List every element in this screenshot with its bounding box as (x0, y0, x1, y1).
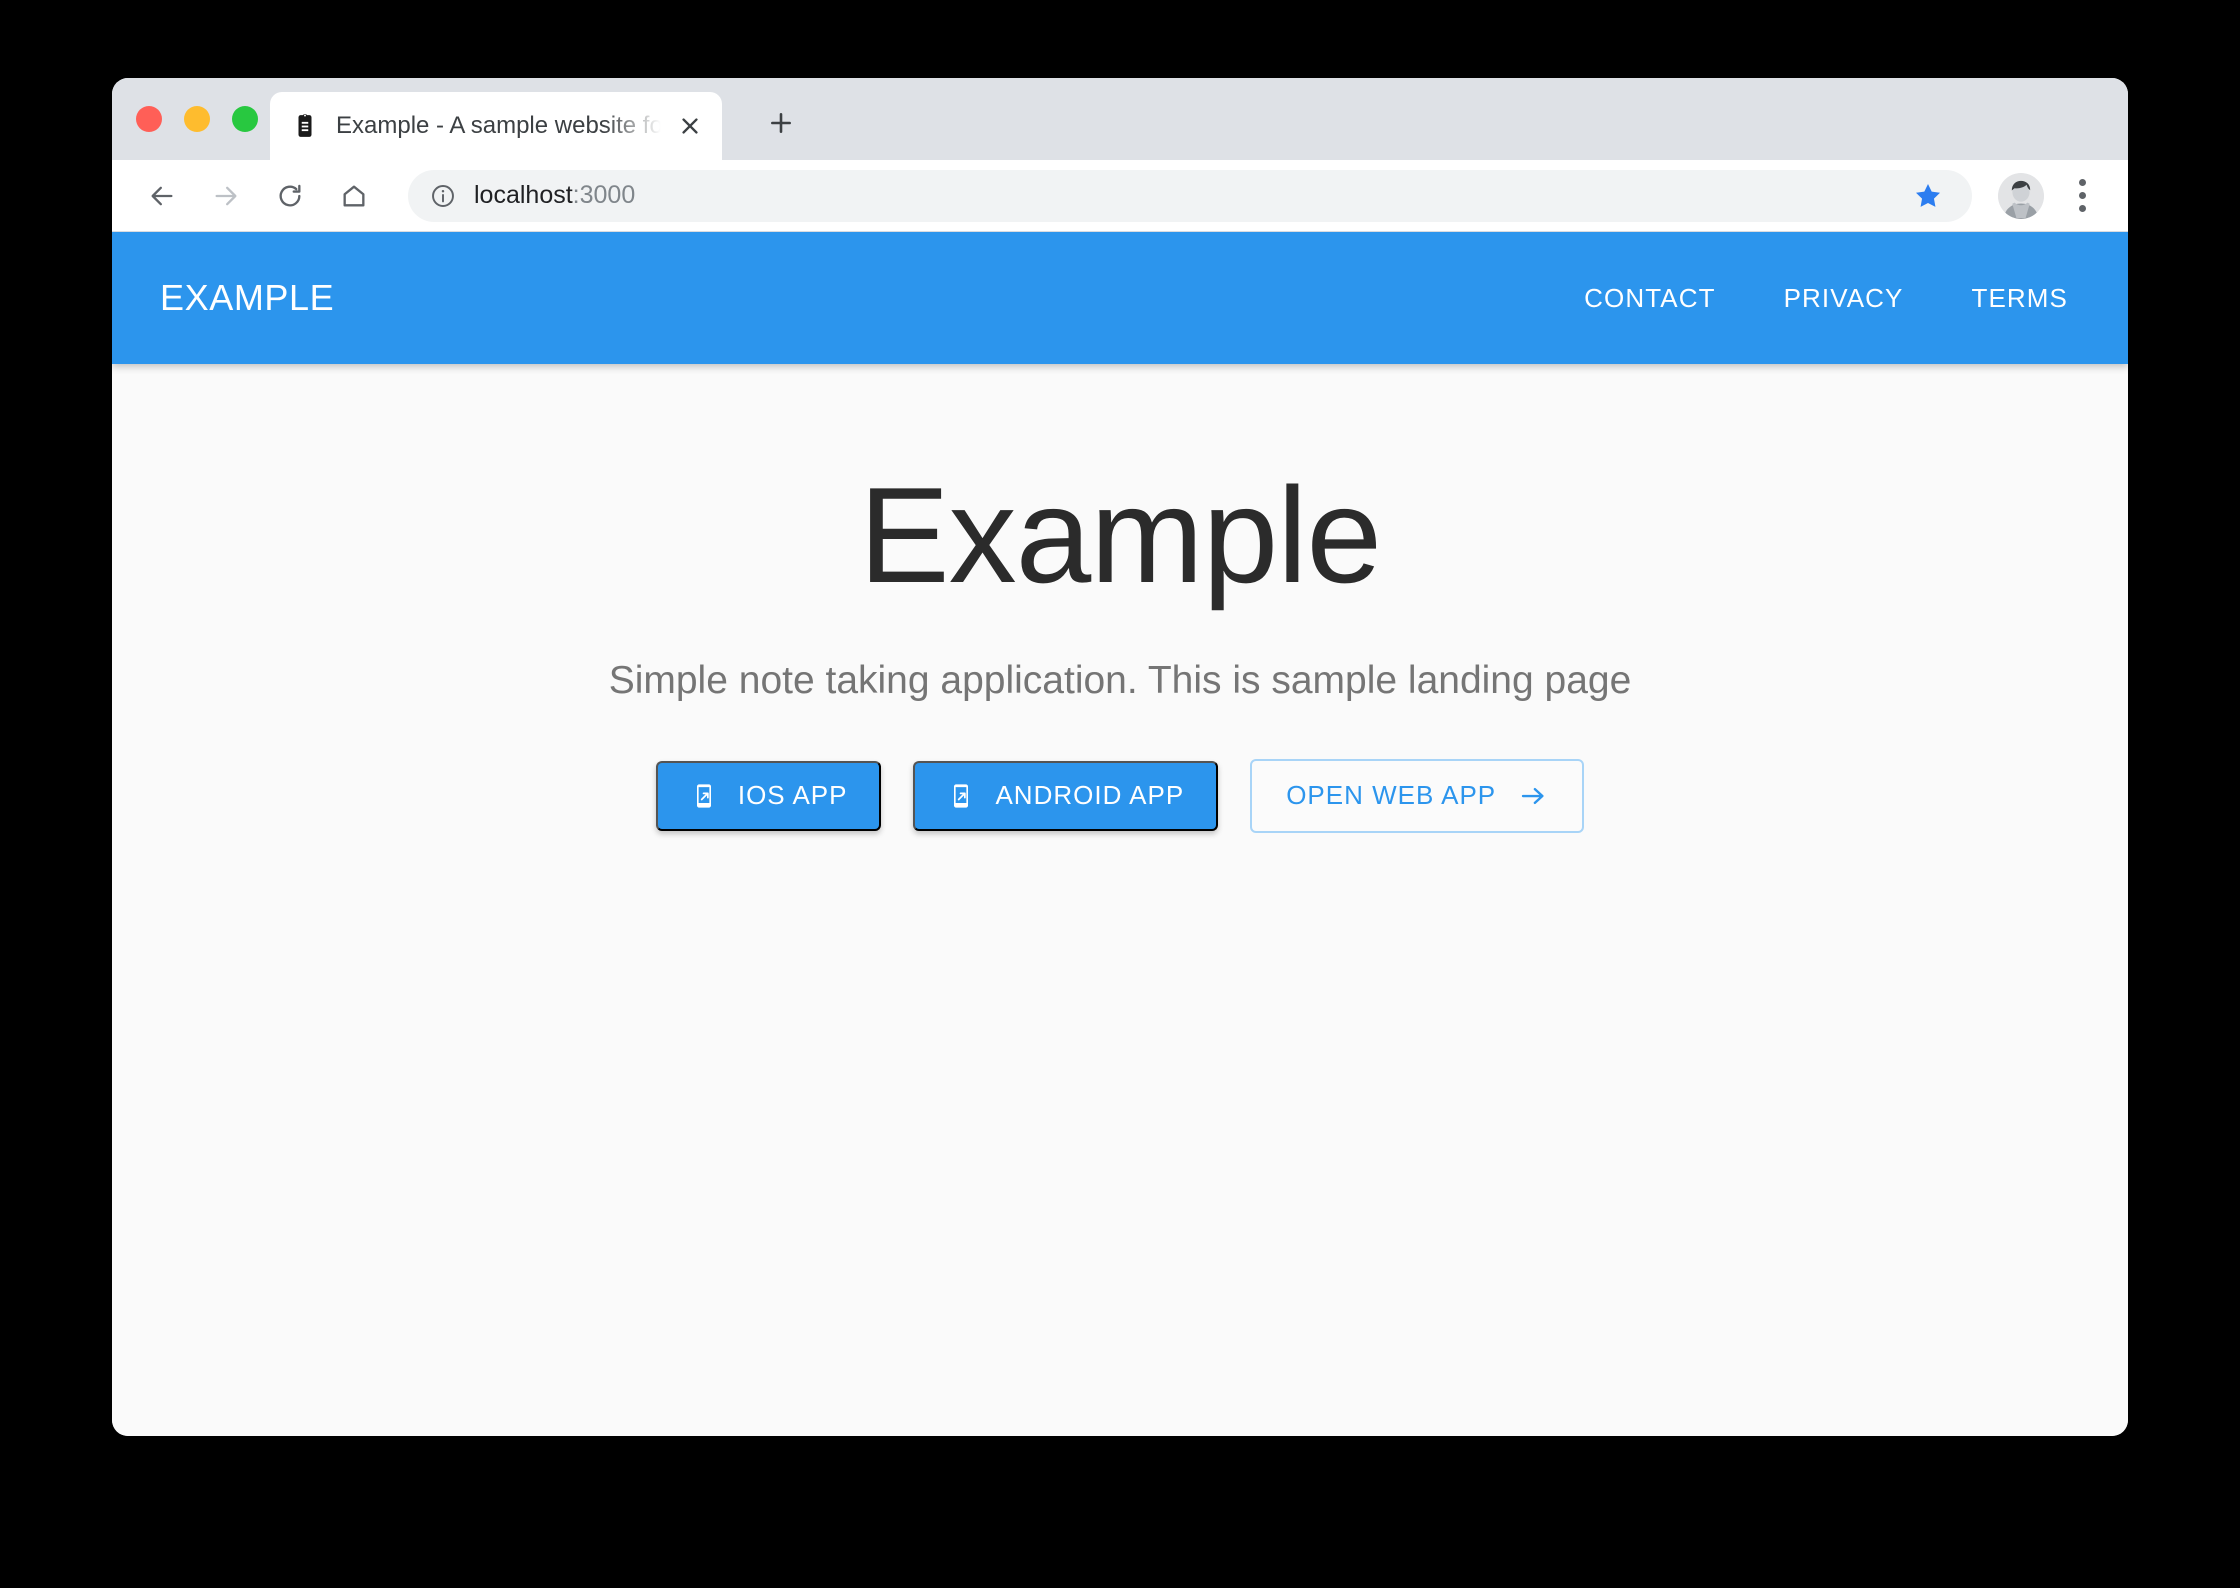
android-app-button-label: ANDROID APP (995, 780, 1185, 811)
page-viewport: EXAMPLE CONTACT PRIVACY TERMS Example Si… (112, 232, 2128, 1436)
mobile-launch-icon (954, 784, 969, 808)
plus-icon (771, 113, 791, 133)
clipboard-note-icon (298, 113, 312, 137)
home-icon (343, 185, 365, 206)
hero-section: Example Simple note taking application. … (112, 364, 2128, 833)
site-navigation: CONTACT PRIVACY TERMS (1550, 283, 2080, 314)
avatar-photo-icon (1998, 172, 2044, 219)
arrow-right-icon (215, 186, 237, 205)
minimize-window-button[interactable] (184, 106, 210, 132)
android-app-button[interactable]: ANDROID APP (913, 760, 1219, 831)
forward-button[interactable] (198, 168, 254, 224)
nav-link-privacy[interactable]: PRIVACY (1750, 283, 1938, 314)
bookmark-button[interactable] (1904, 172, 1952, 220)
new-tab-button[interactable] (752, 94, 810, 152)
url-text: localhost:3000 (474, 181, 1904, 210)
page-title: Example (858, 459, 1382, 611)
nav-link-terms[interactable]: TERMS (1938, 283, 2081, 314)
ios-app-button[interactable]: IOS APP (655, 760, 882, 831)
tab-close-button[interactable] (664, 100, 716, 152)
window-controls (136, 106, 258, 132)
maximize-window-button[interactable] (232, 106, 258, 132)
nav-link-contact[interactable]: CONTACT (1550, 283, 1749, 314)
tab-title: Example - A sample website for testing (336, 112, 664, 139)
arrow-left-icon (151, 186, 173, 205)
browser-tab-active[interactable]: Example - A sample website for testing (270, 92, 722, 160)
open-web-app-button[interactable]: OPEN WEB APP (1250, 758, 1585, 833)
browser-toolbar: localhost:3000 (112, 160, 2128, 232)
tab-title-container: Example - A sample website for testing (336, 111, 664, 141)
menu-dot-icon (2078, 205, 2086, 212)
arrow-right-icon (1521, 787, 1544, 804)
address-bar[interactable]: localhost:3000 (408, 169, 1972, 222)
close-window-button[interactable] (136, 106, 162, 132)
back-button[interactable] (134, 168, 190, 224)
browser-window: Example - A sample website for testing (112, 78, 2128, 1436)
url-host: localhost (474, 181, 573, 209)
menu-dot-icon (2078, 192, 2086, 199)
open-web-app-button-label: OPEN WEB APP (1286, 780, 1497, 811)
reload-button[interactable] (262, 168, 318, 224)
reload-icon (279, 184, 301, 206)
url-port: :3000 (572, 181, 636, 209)
cta-button-row: IOS APP ANDROID APP OPEN WEB APP (112, 758, 2128, 833)
tab-strip: Example - A sample website for testing (112, 78, 2128, 160)
home-button[interactable] (326, 168, 382, 224)
info-circle-icon[interactable] (430, 183, 456, 209)
browser-menu-button[interactable] (2058, 168, 2106, 224)
star-filled-icon (1916, 183, 1940, 207)
site-header: EXAMPLE CONTACT PRIVACY TERMS (112, 232, 2128, 364)
menu-dot-icon (2078, 179, 2086, 186)
ios-app-button-label: IOS APP (737, 780, 848, 811)
mobile-launch-icon (696, 784, 711, 808)
site-brand[interactable]: EXAMPLE (160, 277, 334, 319)
close-icon (682, 118, 698, 134)
hero-subtitle: Simple note taking application. This is … (608, 658, 1632, 702)
profile-avatar[interactable] (1998, 172, 2044, 219)
